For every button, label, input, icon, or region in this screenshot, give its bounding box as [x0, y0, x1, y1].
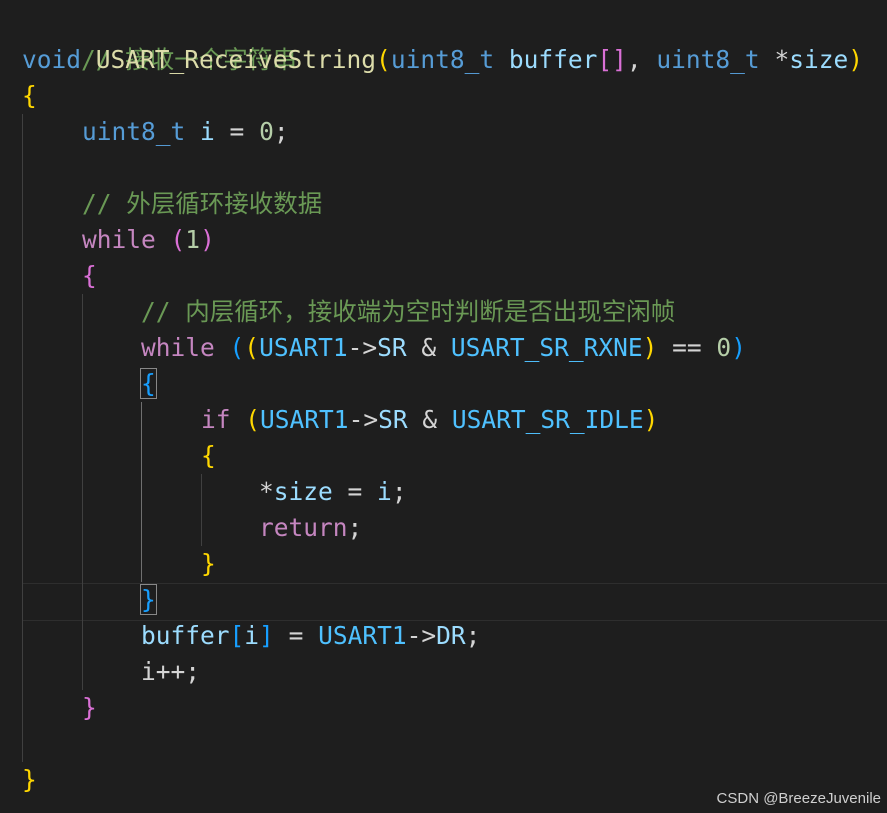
- variable-i: i: [141, 657, 156, 686]
- semicolon: ;: [465, 621, 481, 650]
- comma: ,: [626, 45, 657, 74]
- variable-size: size: [273, 477, 333, 506]
- code-line-12[interactable]: if (USART1->SR & USART_SR_IDLE): [201, 402, 658, 438]
- code-line-9[interactable]: // 内层循环，接收端为空时判断是否出现空闲帧: [141, 294, 675, 330]
- variable-buffer: buffer: [141, 621, 230, 650]
- code-line-22[interactable]: }: [22, 762, 37, 798]
- brace-match: {: [140, 368, 157, 399]
- paren: ): [848, 45, 863, 74]
- code-line-4[interactable]: uint8_t i = 0;: [82, 114, 289, 150]
- code-line-15[interactable]: return;: [259, 510, 362, 546]
- code-line-14[interactable]: *size = i;: [259, 474, 407, 510]
- brace: }: [201, 549, 216, 578]
- arrow-operator: ->: [347, 333, 378, 362]
- code-line-7[interactable]: while (1): [82, 222, 215, 258]
- semicolon: ;: [347, 513, 363, 542]
- arrow-operator: ->: [348, 405, 379, 434]
- paren: (: [229, 333, 245, 362]
- code-line-20[interactable]: }: [82, 690, 97, 726]
- keyword-void: void: [22, 45, 82, 74]
- number: 1: [185, 225, 201, 254]
- code-line-3[interactable]: {: [22, 78, 37, 114]
- flag-idle: USART_SR_IDLE: [451, 405, 644, 434]
- code-line-19[interactable]: i++;: [141, 654, 200, 690]
- operator: =: [332, 477, 378, 506]
- keyword-while: while: [141, 333, 215, 362]
- brace: {: [82, 261, 97, 290]
- param-buffer: buffer: [508, 45, 598, 74]
- type-name: uint8_t: [656, 45, 760, 74]
- operator: &: [406, 333, 451, 362]
- paren: (: [376, 45, 391, 74]
- code-line-17[interactable]: }: [140, 582, 157, 618]
- variable-i: i: [200, 117, 215, 146]
- register-usart1: USART1: [259, 333, 348, 362]
- pointer-star: *: [774, 45, 790, 74]
- bracket: [: [597, 45, 613, 74]
- keyword-while: while: [82, 225, 156, 254]
- code-line-16[interactable]: }: [201, 546, 216, 582]
- code-line-8[interactable]: {: [82, 258, 97, 294]
- keyword-if: if: [201, 405, 231, 434]
- operator: ==: [657, 333, 717, 362]
- type-name: uint8_t: [82, 117, 186, 146]
- indent-guide: [82, 294, 83, 690]
- indent-guide: [141, 402, 142, 582]
- code-line-10[interactable]: while ((USART1->SR & USART_SR_RXNE) == 0…: [141, 330, 746, 366]
- type-name: uint8_t: [390, 45, 495, 74]
- code-line-6[interactable]: // 外层循环接收数据: [82, 186, 322, 222]
- code-editor[interactable]: // 接收一个字符串 void USART_ReceiveString(uint…: [0, 0, 887, 813]
- comment: // 内层循环，接收端为空时判断是否出现空闲帧: [141, 297, 676, 326]
- code-line-13[interactable]: {: [201, 438, 216, 474]
- brace-match: }: [140, 584, 157, 615]
- comment: // 外层循环接收数据: [82, 189, 323, 218]
- code-line-1[interactable]: // 接收一个字符串: [22, 6, 297, 74]
- paren: ): [643, 405, 659, 434]
- number: 0: [716, 333, 732, 362]
- indent-guide: [22, 114, 23, 762]
- keyword-return: return: [259, 513, 348, 542]
- indent-guide: [201, 474, 202, 546]
- brace: {: [201, 441, 216, 470]
- bracket: [: [229, 621, 245, 650]
- paren: (: [245, 405, 261, 434]
- code-line-18[interactable]: buffer[i] = USART1->DR;: [141, 618, 480, 654]
- code-line-11[interactable]: {: [140, 366, 157, 402]
- semicolon: ;: [391, 477, 407, 506]
- watermark: CSDN @BreezeJuvenile: [716, 790, 881, 807]
- number: 0: [259, 117, 274, 146]
- field-sr: SR: [377, 333, 407, 362]
- function-name: USART_ReceiveString: [95, 45, 377, 74]
- param-size: size: [789, 45, 849, 74]
- semicolon: ;: [185, 657, 201, 686]
- brace: {: [22, 81, 37, 110]
- paren: ): [200, 225, 215, 254]
- paren: (: [244, 333, 260, 362]
- arrow-operator: ->: [406, 621, 437, 650]
- field-dr: DR: [436, 621, 466, 650]
- bracket: ]: [259, 621, 274, 650]
- paren: ): [642, 333, 658, 362]
- variable-i: i: [377, 477, 392, 506]
- paren: ): [731, 333, 746, 362]
- operator: ++: [155, 657, 186, 686]
- flag-rxne: USART_SR_RXNE: [450, 333, 643, 362]
- operator: &: [407, 405, 452, 434]
- brace: }: [82, 693, 97, 722]
- operator: =: [273, 621, 319, 650]
- code-line-2[interactable]: void USART_ReceiveString(uint8_t buffer[…: [22, 42, 863, 78]
- variable-i: i: [244, 621, 260, 650]
- bracket: ]: [612, 45, 627, 74]
- field-sr: SR: [378, 405, 408, 434]
- semicolon: ;: [273, 117, 289, 146]
- register-usart1: USART1: [318, 621, 407, 650]
- register-usart1: USART1: [260, 405, 349, 434]
- brace: }: [22, 765, 37, 794]
- pointer-star: *: [259, 477, 274, 506]
- paren: (: [170, 225, 186, 254]
- operator: =: [214, 117, 260, 146]
